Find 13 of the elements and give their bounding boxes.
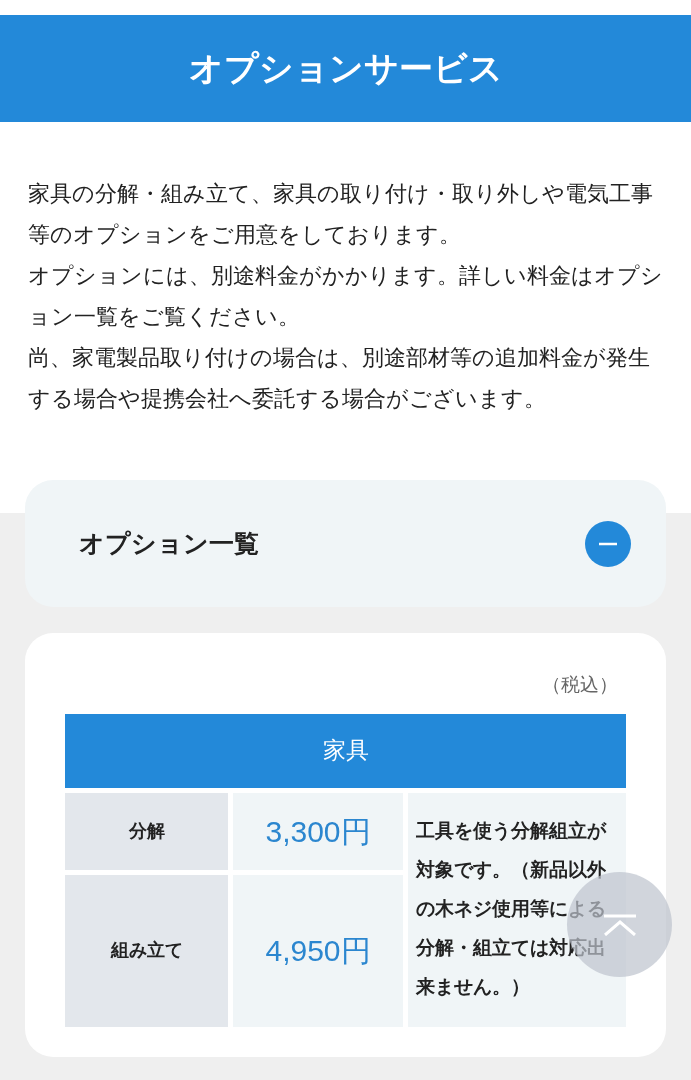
description-text: オプションには、別途料金がかかります。詳しい料金はオプション一覧をご覧ください。	[28, 263, 663, 331]
description-text: 尚、家電製品取り付けの場合は、別途部材等の追加料金が発生する場合や提携会社へ委託する場合がございます。	[28, 345, 651, 413]
minus-icon	[585, 520, 631, 567]
price-cell: 4,950円	[233, 874, 403, 1027]
note-cell: 工具を使う分解組立が対象です。（新品以外の木ネジ使用等による分解・組立ては対応出来ません。）	[408, 792, 626, 1027]
price-cell: 3,300円	[233, 792, 403, 870]
page-title: オプションサービス	[188, 48, 503, 89]
description-text: 家具の分解・組み立て、家具の取り付け・取り外しや電気工事等のオプションをご用意をしております。	[28, 181, 654, 249]
table-heading: 家具	[65, 713, 626, 788]
table-cell: 組み立て	[65, 874, 228, 1027]
tax-note: （税込）	[542, 673, 618, 697]
accordion-header[interactable]: オプション一覧	[25, 480, 666, 607]
table-cell: 分解	[65, 792, 228, 870]
